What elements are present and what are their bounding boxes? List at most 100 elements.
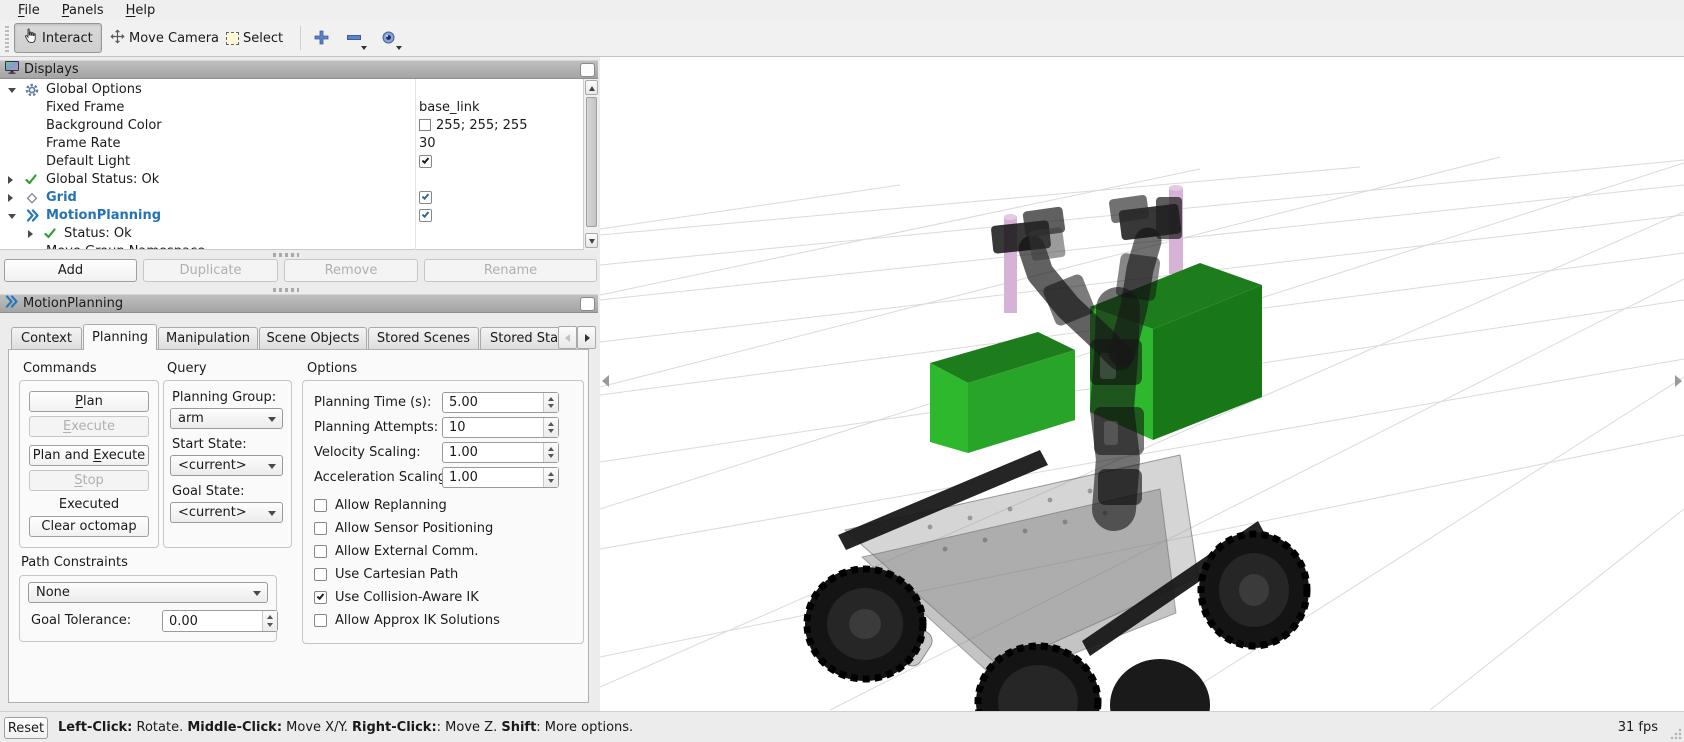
clear-octomap-button[interactable]: Clear octomap xyxy=(29,516,149,537)
window-resize-grip[interactable] xyxy=(1669,727,1682,740)
allow-sensor-positioning-label: Allow Sensor Positioning xyxy=(335,521,493,536)
tab-manipulation[interactable]: Manipulation xyxy=(158,327,258,349)
use-collision-aware-ik-checkbox[interactable] xyxy=(314,591,327,604)
spin-down-icon xyxy=(548,454,554,458)
planning-time-label: Planning Time (s): xyxy=(314,395,431,410)
tab-stored-scenes[interactable]: Stored Scenes xyxy=(368,327,479,349)
goal-state-combo[interactable]: <current> xyxy=(170,502,283,523)
displays-collapse-button[interactable] xyxy=(580,63,595,77)
tab-planning[interactable]: Planning xyxy=(83,324,157,350)
start-state-combo[interactable]: <current> xyxy=(170,455,283,476)
menu-panels[interactable]: Panels xyxy=(52,2,114,19)
spin-down-icon xyxy=(548,404,554,408)
scroll-down-button[interactable] xyxy=(585,233,598,248)
frame-rate-value[interactable]: 30 xyxy=(419,136,436,151)
chevron-down-icon xyxy=(268,417,276,422)
toolbar-grip[interactable] xyxy=(5,26,9,52)
move-camera-label: Move Camera xyxy=(129,31,219,46)
planning-time-spinbox[interactable]: 5.00 xyxy=(442,392,559,413)
scroll-up-button[interactable] xyxy=(585,80,598,95)
menu-help[interactable]: Help xyxy=(116,2,166,19)
expander-open-icon[interactable] xyxy=(8,214,16,219)
color-swatch[interactable] xyxy=(419,119,431,131)
motionplanning-panel-header[interactable]: MotionPlanning xyxy=(0,294,598,313)
tree-row-global-status[interactable]: Global Status: Ok xyxy=(0,171,583,189)
scrollbar-thumb[interactable] xyxy=(586,97,597,227)
remove-display-button[interactable]: Remove xyxy=(284,259,418,282)
spin-buttons[interactable] xyxy=(543,393,558,412)
tab-scene-objects[interactable]: Scene Objects xyxy=(259,327,367,349)
displays-panel-header[interactable]: Displays xyxy=(0,60,598,79)
tree-row-global-options[interactable]: Global Options xyxy=(0,81,583,99)
tab-scroll-right-button[interactable] xyxy=(577,326,596,349)
plan-and-execute-button[interactable]: Plan and Execute xyxy=(29,445,149,466)
render-viewport[interactable] xyxy=(600,57,1684,711)
expander-open-icon[interactable] xyxy=(8,88,16,93)
select-tool-label: Select xyxy=(243,31,283,46)
check-icon xyxy=(317,592,325,600)
splitter-handle[interactable] xyxy=(273,253,299,257)
menu-file[interactable]: File xyxy=(8,2,50,19)
plan-button[interactable]: Plan xyxy=(29,391,149,412)
expander-closed-icon[interactable] xyxy=(28,230,33,238)
focus-camera-tool-button[interactable] xyxy=(381,30,396,49)
query-heading: Query xyxy=(167,361,207,376)
allow-replanning-checkbox[interactable] xyxy=(314,499,327,512)
tree-row-motionplanning[interactable]: MotionPlanning xyxy=(0,207,583,225)
path-constraints-combo[interactable]: None xyxy=(28,582,268,603)
planning-attempts-spinbox[interactable]: 10 xyxy=(442,417,559,438)
goal-tolerance-spinbox[interactable]: 0.00 xyxy=(162,610,278,632)
zoom-out-tool-button[interactable] xyxy=(347,35,361,40)
default-light-checkbox[interactable] xyxy=(419,155,432,168)
allow-sensor-positioning-checkbox[interactable] xyxy=(314,522,327,535)
grid-enabled-checkbox[interactable] xyxy=(419,191,432,204)
tree-row-fixed-frame[interactable]: Fixed Frame base_link xyxy=(0,99,583,117)
spin-buttons[interactable] xyxy=(543,418,558,437)
motionplanning-collapse-button[interactable] xyxy=(580,297,595,311)
planning-group-combo[interactable]: arm xyxy=(170,408,283,429)
allow-external-comm-checkbox[interactable] xyxy=(314,545,327,558)
move-camera-tool-button[interactable]: Move Camera xyxy=(102,23,227,53)
reset-button[interactable]: Reset xyxy=(4,717,48,739)
zoom-in-tool-button[interactable] xyxy=(314,30,329,49)
motionplanning-enabled-checkbox[interactable] xyxy=(419,209,432,222)
execute-button[interactable]: Execute xyxy=(29,416,149,437)
spin-buttons[interactable] xyxy=(543,468,558,487)
spin-buttons[interactable] xyxy=(543,443,558,462)
spin-up-icon xyxy=(548,422,554,426)
rviz-window: File Panels Help Interact Move Camera Se… xyxy=(0,0,1684,742)
rename-display-button[interactable]: Rename xyxy=(424,259,597,282)
tree-row-background-color[interactable]: Background Color 255; 255; 255 xyxy=(0,117,583,135)
use-cartesian-path-checkbox[interactable] xyxy=(314,568,327,581)
tab-context[interactable]: Context xyxy=(11,327,82,349)
displays-monitor-icon xyxy=(5,61,19,78)
tree-row-mp-status[interactable]: Status: Ok xyxy=(0,225,583,243)
tree-row-frame-rate[interactable]: Frame Rate 30 xyxy=(0,135,583,153)
scene-3d[interactable] xyxy=(600,57,1684,711)
background-color-value[interactable]: 255; 255; 255 xyxy=(436,118,527,133)
panel-collapse-left-arrow[interactable] xyxy=(602,375,609,387)
displays-scrollbar[interactable] xyxy=(583,79,598,250)
fixed-frame-value[interactable]: base_link xyxy=(419,100,479,115)
select-tool-button[interactable]: Select xyxy=(218,23,291,53)
duplicate-display-button[interactable]: Duplicate xyxy=(143,259,278,282)
panel-collapse-right-arrow[interactable] xyxy=(1675,375,1682,387)
tree-row-default-light[interactable]: Default Light xyxy=(0,153,583,171)
expander-closed-icon[interactable] xyxy=(8,194,13,202)
stop-button[interactable]: Stop xyxy=(29,470,149,491)
splitter-handle[interactable] xyxy=(273,288,299,292)
velocity-scaling-spinbox[interactable]: 1.00 xyxy=(442,442,559,463)
zoom-out-dropdown-caret-icon[interactable] xyxy=(361,46,367,50)
acceleration-scaling-spinbox[interactable]: 1.00 xyxy=(442,467,559,488)
tree-row-grid[interactable]: Grid xyxy=(0,189,583,207)
tab-stored-states[interactable]: Stored Stat xyxy=(480,327,558,349)
allow-approx-ik-checkbox[interactable] xyxy=(314,614,327,627)
tree-row-partial[interactable]: Move Group Namespace xyxy=(0,243,583,250)
add-display-button[interactable]: Add xyxy=(4,259,137,282)
expander-closed-icon[interactable] xyxy=(8,176,13,184)
tab-scroll-left-button[interactable] xyxy=(558,326,577,349)
focus-camera-dropdown-caret-icon[interactable] xyxy=(396,46,402,50)
interact-tool-button[interactable]: Interact xyxy=(14,23,102,53)
tree-column-divider[interactable] xyxy=(415,79,416,250)
spin-buttons[interactable] xyxy=(262,611,277,631)
